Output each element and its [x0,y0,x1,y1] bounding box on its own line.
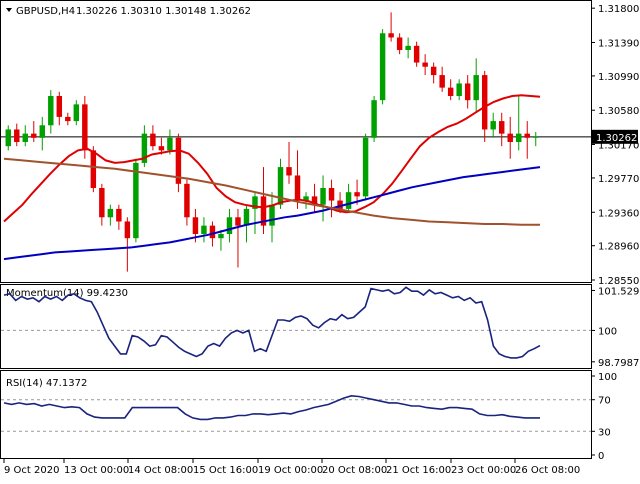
candle-body [328,188,335,201]
price-tick-label: 1.30990 [598,72,639,83]
candle-body [490,121,496,130]
current-price-label: 1.30262 [596,133,637,144]
candle-body [507,133,513,142]
price-tick-label: 1.28550 [598,276,639,287]
candle-body [150,133,156,147]
candle-body [243,208,250,226]
price-tick-label: 1.30580 [598,106,639,117]
candle-body [48,96,54,126]
candle-body [516,133,522,142]
candle-body [184,183,190,218]
price-panel-frame [0,0,592,283]
candle-body [5,129,11,147]
candle-body [82,104,88,151]
candle-body [294,175,301,201]
ohlc-readout: 1.30226 1.30310 1.30148 1.30262 [76,6,251,17]
rsi-tick-label: 70 [598,396,611,407]
chart-window: GBPUSD,H4 1.30226 1.30310 1.30148 1.3026… [0,0,640,480]
candle-body [439,75,445,88]
candle-body [116,208,122,222]
candle-body [99,188,105,218]
candle-body [320,188,326,205]
candle-body [524,133,530,138]
candle-body [371,100,377,138]
time-tick-label: 23 Oct 00:00 [451,465,516,476]
chart-canvas: GBPUSD,H4 1.30226 1.30310 1.30148 1.3026… [0,0,640,476]
candle-body [396,37,403,50]
candle-body [286,167,292,176]
candle-body [14,129,20,142]
time-tick-label: 9 Oct 2020 [4,465,59,476]
time-tick-label: 26 Oct 08:00 [515,465,580,476]
candle-body [235,217,241,226]
candle-body [226,217,233,234]
momentum-tick-label: 101.5297 [598,286,640,297]
price-tick-label: 1.29770 [598,174,639,185]
time-tick-label: 19 Oct 00:00 [258,465,323,476]
candle-body [362,137,369,197]
price-tick-label: 1.28960 [598,242,639,253]
candle-body [354,192,360,197]
candle-body [345,192,352,209]
candle-body [388,33,394,38]
candle-body [133,162,139,239]
candle-body [56,96,63,117]
candle-body [379,33,386,101]
price-tick-label: 1.29360 [598,208,639,219]
candle-body [473,75,479,101]
candle-body [158,146,165,151]
candle-body [447,87,454,96]
candle-body [269,204,275,226]
candle-body [464,83,471,101]
candle-body [90,150,97,188]
momentum-tick-label: 100 [598,326,617,337]
candle-body [167,137,173,151]
candle-body [430,66,437,76]
rsi-tick-label: 30 [598,427,611,438]
symbol-label: GBPUSD,H4 [16,6,75,17]
rsi-tick-label: 0 [598,451,604,462]
candle-body [218,234,224,239]
rsi-tick-label: 100 [598,372,617,383]
time-tick-label: 20 Oct 08:00 [322,465,387,476]
candle-body [39,125,46,138]
candle-body [422,62,428,67]
candle-body [209,225,216,239]
time-tick-label: 21 Oct 16:00 [386,465,451,476]
candle-body [498,121,505,134]
candle-body [413,45,420,63]
candle-body [456,83,462,96]
candle-body [107,208,114,218]
candle-body [201,225,207,234]
time-tick-label: 14 Oct 08:00 [128,465,193,476]
time-tick-label: 15 Oct 16:00 [193,465,258,476]
candle-body [22,133,28,142]
candle-body [481,75,488,130]
candle-body [405,45,411,50]
candle-body [533,136,539,138]
candle-body [124,221,131,239]
candle-body [31,133,37,138]
time-tick-label: 13 Oct 00:00 [64,465,129,476]
candle-body [73,104,80,122]
candle-body [65,116,71,122]
price-tick-label: 1.31800 [598,4,639,15]
momentum-tick-label: 98.7987 [598,358,639,369]
price-tick-label: 1.31390 [598,38,639,49]
candle-body [192,217,199,234]
rsi-title: RSI(14) 47.1372 [6,378,87,389]
